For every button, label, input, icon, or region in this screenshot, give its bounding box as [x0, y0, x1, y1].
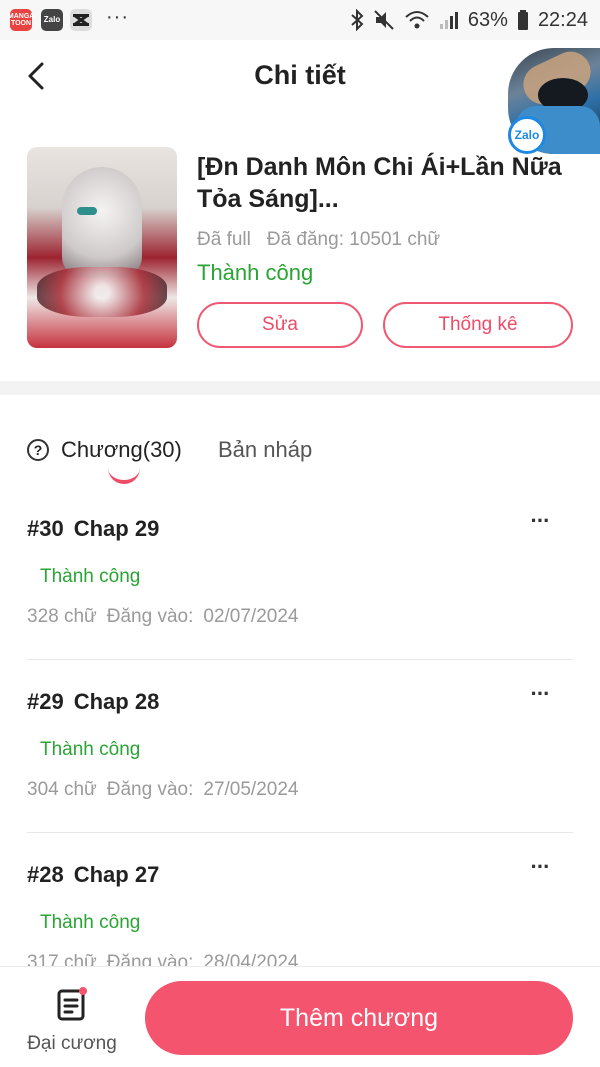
chapter-status: Thành công: [40, 566, 141, 587]
active-tab-indicator: [108, 468, 140, 484]
more-options-icon[interactable]: ···: [525, 856, 555, 886]
question-circle-icon[interactable]: ?: [27, 439, 49, 461]
chapter-title: #29 Chap 28: [27, 689, 159, 715]
battery-percent: 63%: [467, 8, 508, 31]
add-chapter-button[interactable]: Thêm chương: [145, 981, 573, 1055]
chapter-date: 02/07/2024: [203, 606, 299, 627]
outline-document-icon: [57, 987, 87, 1021]
tab-drafts[interactable]: Bản nháp: [218, 437, 312, 463]
chapter-divider: [27, 659, 573, 660]
cover-art-flowers: [37, 267, 167, 317]
more-options-icon[interactable]: ···: [525, 683, 555, 713]
story-completion: Đã full: [197, 229, 251, 250]
tab-chapters-label: Chương(30): [61, 437, 182, 462]
notification-overflow: ···: [106, 6, 129, 28]
more-options-icon[interactable]: ···: [525, 510, 555, 540]
chapter-title: #30 Chap 29: [27, 516, 159, 542]
status-bar: MANGA TOON Zalo ··· 63% 22:24: [0, 0, 600, 40]
chapter-posted-label: Đăng vào:: [106, 606, 194, 627]
chapter-number: #30: [27, 516, 64, 541]
story-word-count: Đã đăng: 10501 chữ: [266, 229, 441, 250]
bottom-action-bar: Đại cương Thêm chương: [0, 966, 600, 1067]
chapter-item[interactable]: #30 Chap 29 ··· Thành công 328 chữ Đăng và…: [27, 510, 573, 660]
chapter-number: #29: [27, 689, 64, 714]
section-divider: [0, 381, 600, 395]
signal-icon: [439, 12, 458, 29]
tab-chapters[interactable]: ? Chương(30): [27, 437, 182, 463]
chapter-status: Thành công: [40, 912, 141, 933]
mute-icon: [374, 10, 394, 30]
story-meta: Đã full Đã đăng: 10501 chữ: [197, 229, 440, 251]
zalo-badge: Zalo: [508, 116, 546, 154]
chapter-date: 27/05/2024: [203, 779, 299, 800]
chapter-item[interactable]: #29 Chap 28 ··· Thành công 304 chữ Đăng và…: [27, 683, 573, 833]
clock: 22:24: [537, 8, 588, 31]
story-title: [Đn Danh Môn Chi Ái+Lần Nữa Tỏa Sáng]...: [197, 153, 562, 213]
chapter-number: #28: [27, 862, 64, 887]
wifi-icon: [405, 11, 429, 29]
chapter-title: #28 Chap 27: [27, 862, 159, 888]
battery-icon: [517, 10, 528, 30]
chapter-word-count: 328 chữ: [27, 606, 97, 627]
chapter-name: Chap 28: [73, 689, 160, 714]
capcut-icon: [70, 9, 92, 31]
chapter-name: Chap 29: [73, 516, 160, 541]
chapter-status: Thành công: [40, 739, 141, 760]
statistics-button[interactable]: Thống kê: [383, 302, 573, 348]
story-status: Thành công: [197, 260, 314, 285]
cover-art-eye: [77, 207, 97, 215]
story-cover-image[interactable]: [27, 147, 177, 348]
status-icons: 63% 22:24: [350, 8, 588, 32]
mangatoon-app-icon: MANGA TOON: [8, 9, 34, 31]
cover-art-figure: [62, 167, 142, 277]
zalo-app-icon: Zalo: [41, 9, 63, 31]
chapter-meta: 328 chữ Đăng vào: 02/07/2024: [27, 606, 298, 628]
outline-button[interactable]: Đại cương: [22, 985, 122, 1057]
edit-button[interactable]: Sửa: [197, 302, 363, 348]
chapter-name: Chap 27: [73, 862, 160, 887]
chapter-word-count: 304 chữ: [27, 779, 97, 800]
tab-drafts-label: Bản nháp: [218, 437, 313, 462]
bluetooth-icon: [351, 9, 364, 31]
chapter-meta: 304 chữ Đăng vào: 27/05/2024: [27, 779, 298, 801]
chapter-posted-label: Đăng vào:: [106, 779, 194, 800]
chapter-divider: [27, 832, 573, 833]
outline-label: Đại cương: [27, 1033, 117, 1054]
